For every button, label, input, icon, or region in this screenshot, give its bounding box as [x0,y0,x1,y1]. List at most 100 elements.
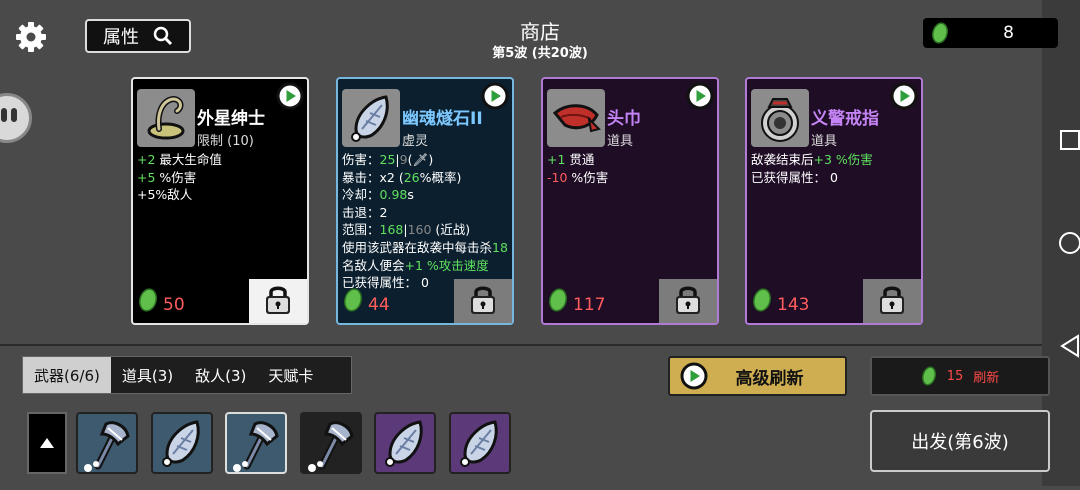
stat-segment: s [407,187,414,203]
shop-item-card[interactable]: 义警戒指道具敌袭结束后+3 %伤害 已获得属性： 0 143 [745,77,923,325]
arrow-up-icon [40,438,54,448]
stat-segment: -10 [547,169,568,185]
shop-item-card[interactable]: 外星绅士 限制 (10) +2 最大生命值 +5 %伤害 +5%敌人 50 [131,77,309,325]
stat-line: +5%敌人 [137,186,309,204]
stat-segment: 25 [379,152,396,167]
buy-play-icon[interactable] [481,82,509,110]
inventory-tab[interactable]: 天赋卡 [257,357,324,393]
lock-button[interactable] [863,279,921,323]
weapon-slot[interactable] [76,412,138,474]
stat-line: +2 最大生命值 [137,151,309,169]
stat-segment: 伤害： [342,152,380,167]
refresh-label: 刷新 [973,370,1000,386]
stat-segment: 最大生命值 [155,152,222,167]
refresh-button[interactable]: 15 刷新 [870,356,1050,396]
item-name: 义警戒指 [811,109,879,129]
stat-segment: +3 %伤害 [813,152,873,167]
item-type: 道具 [811,134,838,149]
stat-line: +1 贯通 [547,151,719,169]
stat-segment: %概率) [419,169,462,185]
start-wave-label: 出发(第6波) [911,432,1009,453]
lock-icon [263,282,293,320]
shop-item-card[interactable]: 幽魂燧石II 虚灵 伤害：25|9(🗡) 暴击：x2 (26%概率) 冷却：0.98s 击… [336,77,514,325]
weapon-slot[interactable] [299,412,362,476]
item-stats: +2 最大生命值 +5 %伤害 +5%敌人 [137,151,309,204]
stat-segment: +1 [547,152,566,167]
hammer-icon [227,421,285,476]
material-icon [547,287,569,317]
lock-button[interactable] [659,279,717,323]
lock-button[interactable] [454,279,512,323]
stat-line: 已获得属性： 0 [751,169,923,187]
stat-segment: 18 [492,239,508,255]
play-icon [680,362,708,390]
character-avatar[interactable] [0,93,32,143]
recent-apps-icon[interactable] [1060,130,1080,150]
stat-segment: 暴击：x2 ( [342,169,404,185]
stat-line: +5 %伤害 [137,169,309,187]
stat-segment: (🗡) [407,152,434,167]
settings-gear-icon[interactable] [14,20,48,54]
advanced-refresh-button[interactable]: 高级刷新 [668,356,847,396]
weapon-slot[interactable] [374,412,436,474]
start-wave-button[interactable]: 出发(第6波) [870,410,1050,472]
stat-line: 名敌人便会+1 %攻击速度 [342,257,514,275]
bandana-icon [547,89,605,147]
stat-line: 击退：2 [342,204,514,222]
avatar-eye-right [11,108,17,122]
flint-icon [342,89,400,147]
shop-item-card[interactable]: 头巾 道具 +1 贯通 -10 %伤害 117 [541,77,719,325]
buy-play-icon[interactable] [686,82,714,110]
stat-segment: +5%敌人 [137,187,193,203]
stat-line: 暴击：x2 (26%概率) [342,169,514,187]
inventory-tab[interactable]: 武器(6/6) [23,357,111,393]
advanced-refresh-label: 高级刷新 [735,368,804,389]
search-icon [153,26,173,46]
material-icon [751,287,773,317]
item-name: 头巾 [607,109,641,129]
section-divider [0,344,1042,346]
stat-segment: 贯通 [565,152,595,167]
stat-segment: 26 [403,169,420,185]
item-price: 143 [777,295,810,315]
stat-line: 敌袭结束后+3 %伤害 [751,151,923,169]
buy-play-icon[interactable] [276,82,304,110]
vigilante-ring-icon [751,89,809,147]
materials-counter: 8 [923,18,1058,48]
stat-line: 使用该武器在敌袭中每击杀18 [342,239,514,257]
material-icon [932,22,948,44]
expand-up-button[interactable] [27,412,67,474]
material-icon [137,287,159,317]
home-icon[interactable] [1059,232,1080,254]
flint-icon [376,420,434,476]
inventory-tab[interactable]: 敌人(3) [184,357,257,393]
stat-segment: 已获得属性： 0 [751,169,838,185]
item-type: 道具 [607,134,634,149]
material-icon [921,366,936,386]
item-name: 外星绅士 [197,109,265,129]
weapon-slot[interactable] [448,412,511,474]
stat-segment: 9 [399,152,408,167]
stat-segment: 168 [379,222,404,238]
stat-line: -10 %伤害 [547,169,719,187]
hammer-icon [302,421,360,476]
buy-play-icon[interactable] [890,82,918,110]
stat-segment: (近战) [431,222,471,238]
materials-value: 8 [1003,23,1014,43]
weapon-slot[interactable] [150,412,213,474]
weapon-slot[interactable] [225,412,287,474]
attributes-button[interactable]: 属性 [85,19,191,53]
stat-segment: +5 [137,169,156,185]
stat-segment: 名敌人便会 [342,257,405,273]
hammer-icon [78,421,136,476]
stat-segment: %伤害 [567,169,609,185]
material-icon [342,287,364,317]
inventory-tabs: 武器(6/6) 道具(3) 敌人(3) 天赋卡 [22,356,352,394]
item-stats: 敌袭结束后+3 %伤害 已获得属性： 0 [751,151,923,186]
back-icon[interactable] [1060,334,1079,358]
stat-segment: +2 [137,152,156,167]
item-type: 限制 (10) [197,134,254,149]
stat-segment: 范围： [342,222,380,238]
inventory-tab[interactable]: 道具(3) [111,357,184,393]
lock-button[interactable] [249,279,307,323]
